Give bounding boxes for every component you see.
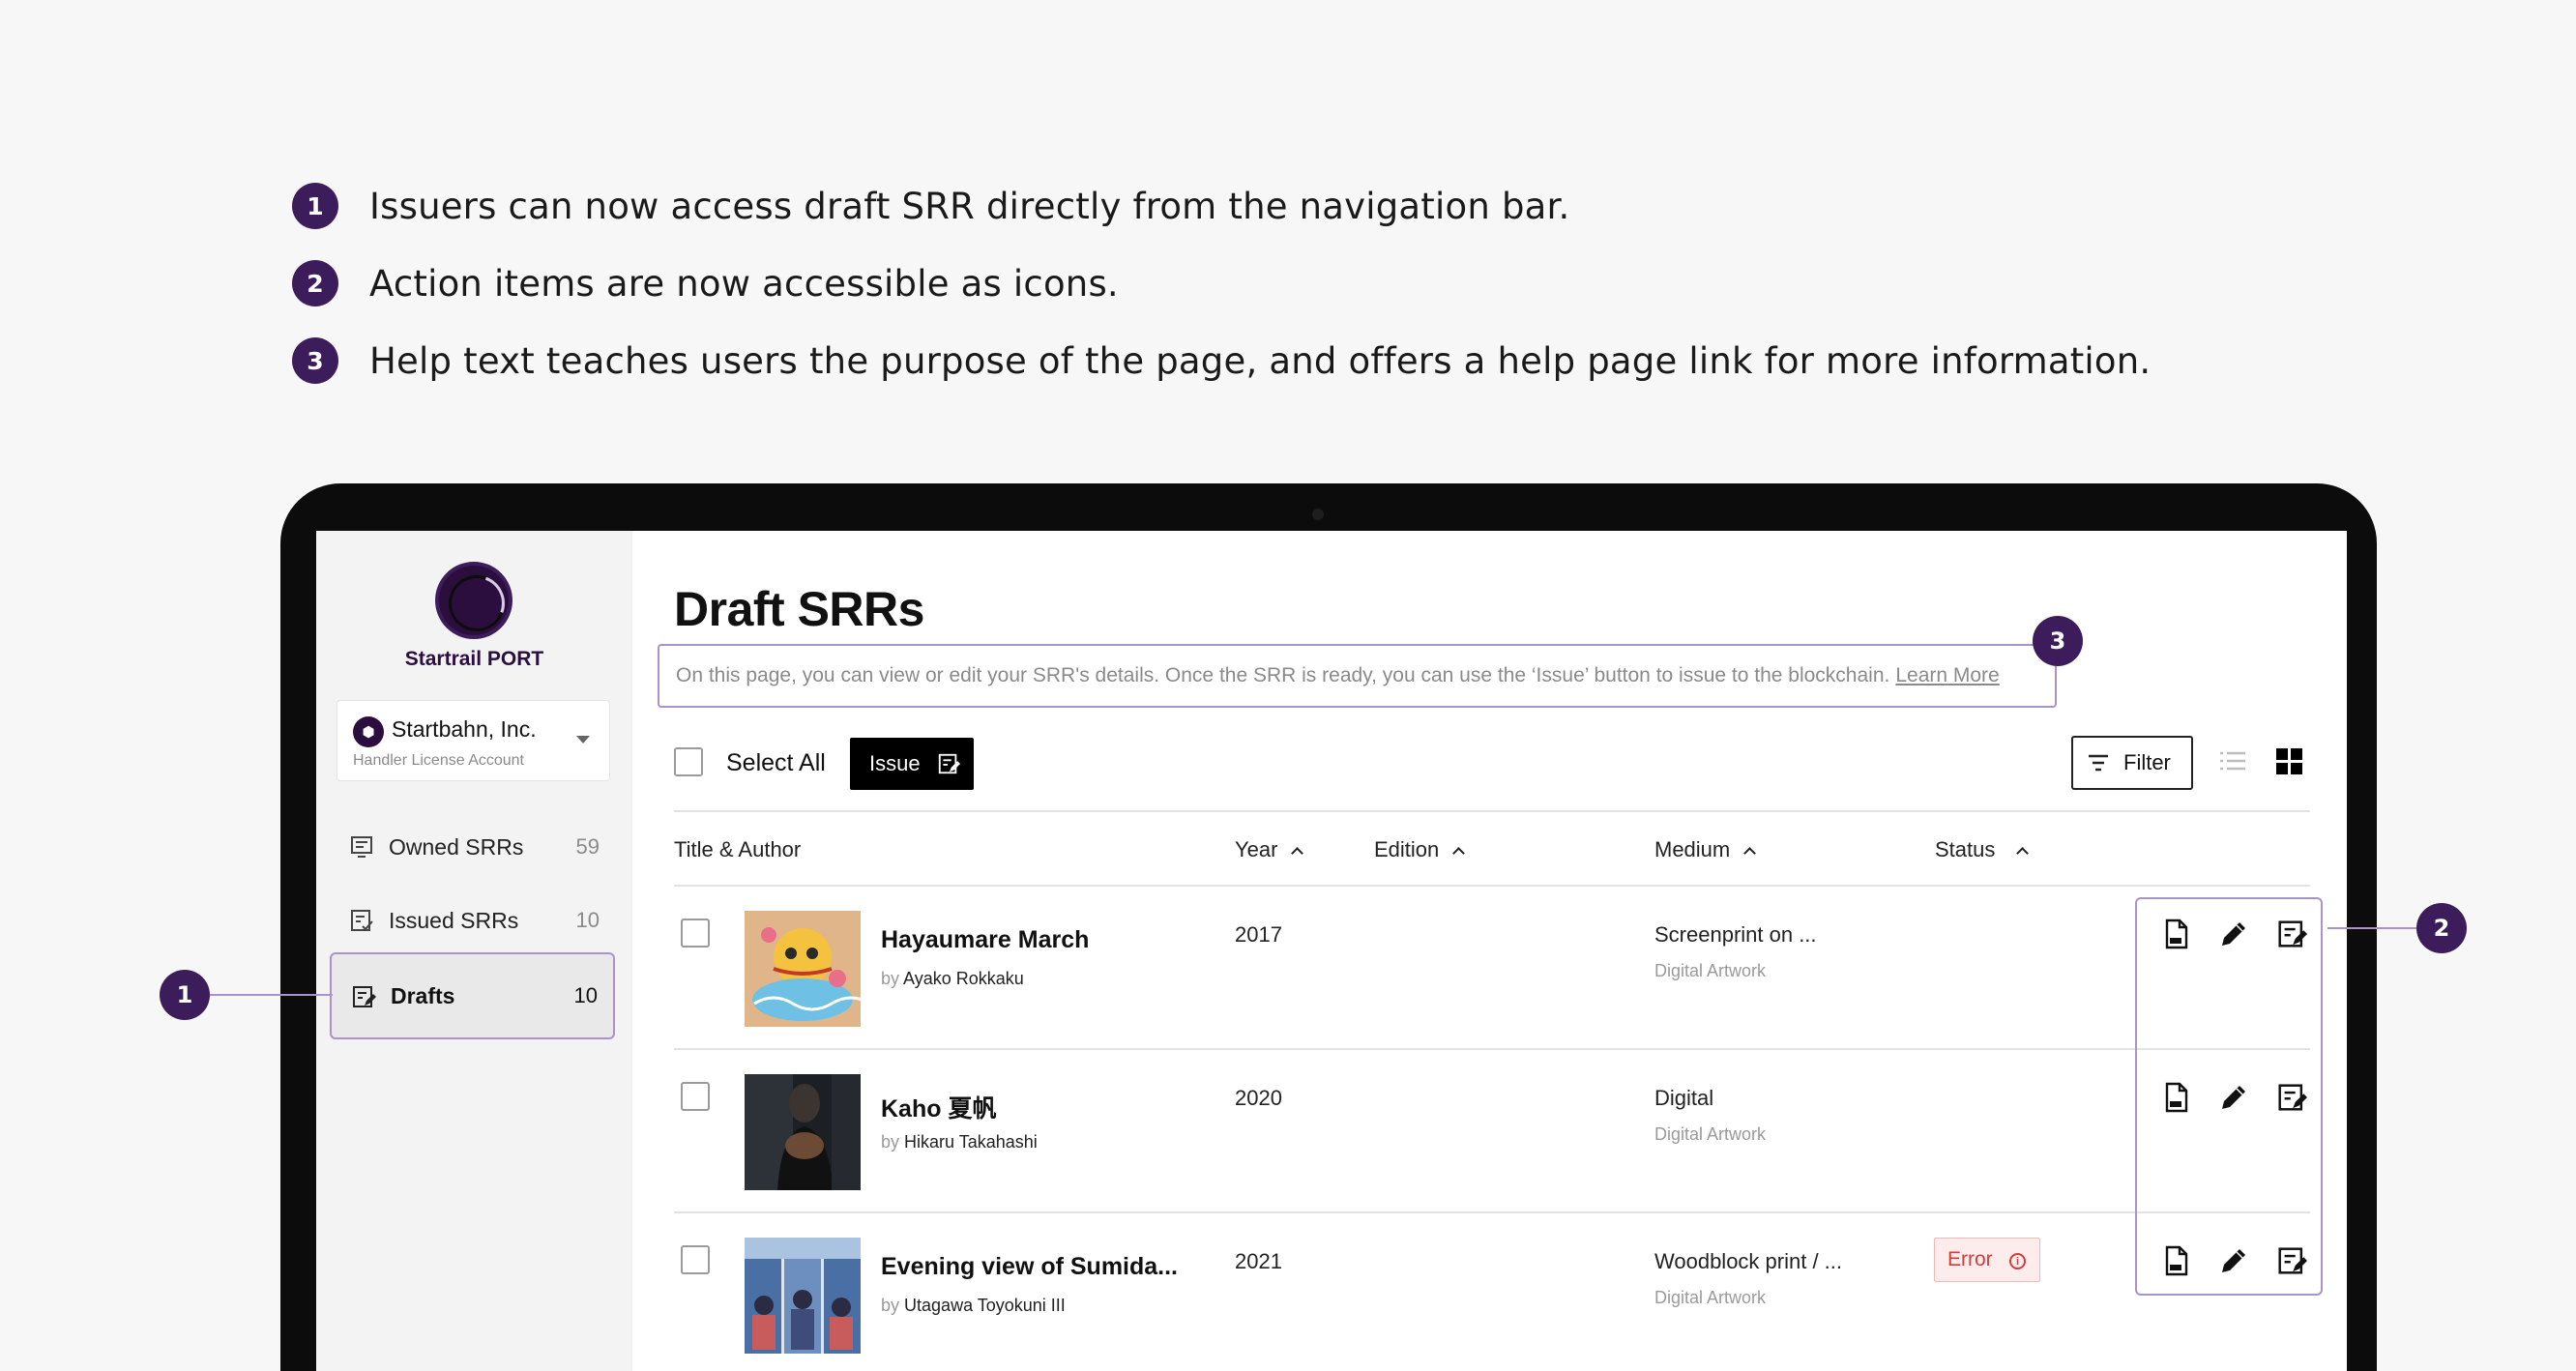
artwork-medium: Screenprint on ... [1654,922,1817,947]
camera-dot [1312,509,1324,520]
note-text: Help text teaches users the purpose of t… [369,339,2152,382]
account-switcher[interactable]: ⬢ Startbahn, Inc. Handler License Accoun… [337,700,610,781]
column-header-year[interactable]: Year [1235,837,1304,862]
sort-caret-icon [1291,846,1304,860]
artwork-title[interactable]: Evening view of Sumida... [881,1253,1178,1281]
chevron-down-icon [576,736,590,744]
filter-label: Filter [2123,750,2171,774]
sidebar: Startrail PORT ⬢ Startbahn, Inc. Handler… [316,531,632,1371]
startrail-logo-icon [435,562,512,639]
artwork-medium: Digital [1654,1086,1714,1110]
sidebar-item-label: Owned SRRs [389,833,524,860]
cube-icon: ⬢ [353,716,384,747]
column-header-edition[interactable]: Edition [1374,837,1466,862]
status-label: Error [1947,1248,1993,1270]
account-type: Handler License Account [353,752,524,769]
issue-button[interactable]: Issue [850,738,974,790]
status-badge: Error i [1934,1238,2040,1282]
column-header-title-author: Title & Author [674,837,802,861]
grid-view-icon[interactable] [2275,747,2304,776]
brand-name: Startrail PORT [404,648,544,670]
artwork-medium-type: Digital Artwork [1654,1288,1767,1307]
note-text: Action items are now accessible as icons… [369,262,1119,305]
callout-3: 3 [2033,616,2083,666]
artwork-year: 2020 [1235,1086,1282,1110]
artwork-thumbnail[interactable] [745,1074,861,1190]
sidebar-item-drafts[interactable]: Drafts 10 [330,952,615,1039]
note-3: 3 Help text teaches users the purpose of… [292,337,2151,384]
filter-icon [2089,754,2108,772]
table-row: Evening view of Sumida... by Utagawa Toy… [632,1212,2347,1371]
artwork-medium-type: Digital Artwork [1654,961,1767,980]
callout-2-line [2327,927,2416,929]
sidebar-item-owned-srrs[interactable]: Owned SRRs 59 [330,809,615,885]
page-title: Draft SRRs [674,582,924,636]
account-name: Startbahn, Inc. [392,716,537,742]
help-description: On this page, you can view or edit your … [676,664,1890,686]
callout-2: 2 [2416,903,2467,953]
learn-more-link[interactable]: Learn More [1895,664,1999,687]
callout-1-line [210,994,333,996]
artwork-title[interactable]: Hayaumare March [881,926,1089,954]
artwork-author: by Utagawa Toyokuni III [881,1296,1066,1315]
help-text: On this page, you can view or edit your … [658,644,2057,708]
row-checkbox[interactable] [681,919,710,948]
artwork-thumbnail[interactable] [745,1238,861,1354]
filter-button[interactable]: Filter [2071,736,2193,790]
sort-caret-icon [1743,846,1757,860]
column-header-status[interactable]: Status [1935,837,2030,862]
sidebar-item-label: Drafts [391,982,455,1008]
callout-1: 1 [160,970,210,1020]
sidebar-item-count: 10 [573,983,598,1007]
owned-srr-icon [351,836,372,858]
divider [674,810,2310,812]
artwork-title[interactable]: Kaho 夏帆 [881,1090,996,1124]
issued-srr-icon [351,910,373,931]
select-all-label: Select All [726,749,826,776]
row-checkbox[interactable] [681,1245,710,1274]
main-content: Draft SRRs On this page, you can view or… [632,531,2347,1371]
sidebar-item-count: 59 [575,834,600,859]
sort-caret-icon [1452,846,1466,860]
sidebar-item-label: Issued SRRs [389,907,519,933]
select-all-checkbox[interactable] [674,747,703,776]
note-number: 3 [292,337,338,384]
artwork-author: by Hikaru Takahashi [881,1132,1038,1152]
drafts-icon [353,986,376,1007]
note-number: 1 [292,183,338,229]
table-row: Kaho 夏帆 by Hikaru Takahashi 2020 Digital… [632,1049,2347,1212]
issue-icon [938,753,960,774]
sort-caret-icon [2016,846,2030,860]
info-icon: i [2009,1253,2026,1269]
actions-highlight [2135,897,2323,1296]
table-row: Hayaumare March by Ayako Rokkaku 2017 Sc… [632,886,2347,1049]
artwork-author: by Ayako Rokkaku [881,969,1024,988]
list-view-icon[interactable] [2218,749,2247,773]
artwork-thumbnail[interactable] [745,911,861,1027]
artwork-medium: Woodblock print / ... [1654,1249,1843,1273]
note-2: 2 Action items are now accessible as ico… [292,260,1119,306]
column-header-medium[interactable]: Medium [1654,837,1757,862]
sidebar-item-count: 10 [575,908,600,932]
note-1: 1 Issuers can now access draft SRR direc… [292,183,1569,229]
row-checkbox[interactable] [681,1082,710,1111]
note-text: Issuers can now access draft SRR directl… [369,185,1570,227]
artwork-medium-type: Digital Artwork [1654,1124,1767,1144]
issue-button-label: Issue [869,751,921,775]
note-number: 2 [292,260,338,306]
artwork-year: 2021 [1235,1249,1282,1273]
sidebar-item-issued-srrs[interactable]: Issued SRRs 10 [330,883,615,958]
artwork-year: 2017 [1235,922,1282,947]
